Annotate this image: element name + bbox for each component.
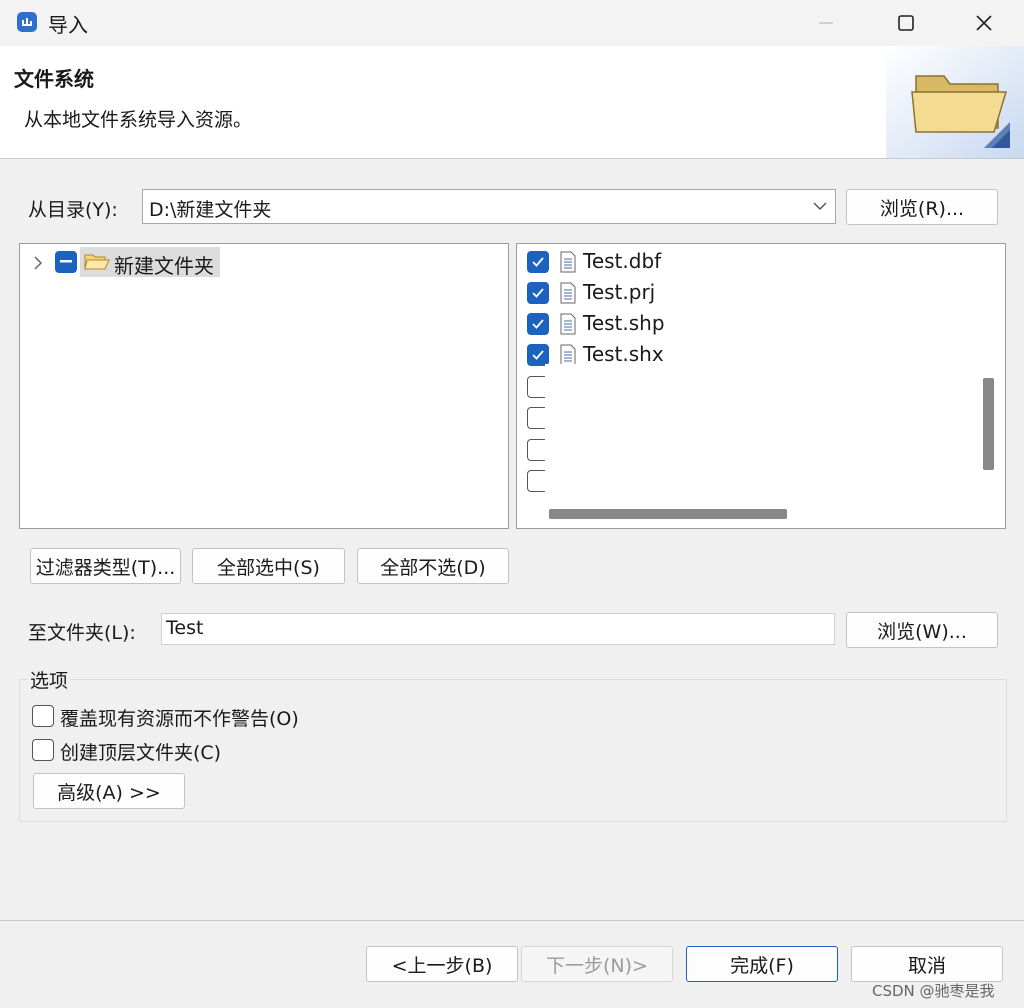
select-all-button[interactable]: 全部选中(S) (192, 548, 345, 584)
file-checkbox[interactable] (527, 313, 549, 335)
maximize-icon (898, 15, 914, 31)
tree-item-selected[interactable]: 新建文件夹 (80, 247, 220, 278)
overwrite-label: 覆盖现有资源而不作警告(O) (60, 708, 299, 730)
watermark: CSDN @驰枣是我 (872, 982, 995, 1000)
overwrite-option[interactable]: 覆盖现有资源而不作警告(O) (32, 704, 332, 730)
checkmark-icon (532, 350, 544, 360)
list-item[interactable]: Test.shp (525, 310, 965, 338)
finish-button[interactable]: 完成(F) (686, 946, 838, 982)
create-top-level-option[interactable]: 创建顶层文件夹(C) (32, 738, 272, 764)
title-bar[interactable]: 导入 (0, 0, 1024, 46)
folder-icon (886, 46, 1024, 158)
checkmark-icon (532, 257, 544, 267)
file-checkbox[interactable] (527, 282, 549, 304)
to-folder-input[interactable]: Test (161, 613, 835, 645)
wizard-banner: 文件系统 从本地文件系统导入资源。 (0, 46, 1024, 159)
checkmark-icon (532, 288, 544, 298)
advanced-button[interactable]: 高级(A) >> (33, 773, 185, 809)
to-folder-label: 至文件夹(L): (28, 622, 136, 644)
obscured-region (545, 364, 975, 499)
from-directory-value: D:\新建文件夹 (149, 199, 272, 221)
folder-open-icon (84, 254, 110, 270)
file-name: Test.shx (583, 342, 664, 366)
window-title: 导入 (48, 13, 88, 37)
footer-divider (0, 920, 1024, 921)
page-description: 从本地文件系统导入资源。 (24, 109, 253, 131)
file-list[interactable]: Test.dbf Test.prj Test.shp Test.shx (516, 243, 1006, 529)
next-button[interactable]: 下一步(N)> (521, 946, 673, 982)
chevron-down-icon (813, 202, 827, 211)
maximize-button[interactable] (866, 0, 946, 46)
browse-source-button[interactable]: 浏览(R)... (846, 189, 998, 225)
page-title: 文件系统 (14, 67, 94, 91)
options-legend: 选项 (28, 666, 71, 693)
minimize-icon (819, 22, 833, 24)
browse-target-button[interactable]: 浏览(W)... (846, 612, 998, 648)
file-icon (560, 344, 576, 366)
horizontal-scrollbar[interactable] (549, 509, 787, 519)
list-item[interactable]: Test.dbf (525, 248, 965, 276)
file-name: Test.prj (583, 280, 656, 304)
checkmark-icon (532, 319, 544, 329)
back-button[interactable]: <上一步(B) (366, 946, 518, 982)
tree-item-label: 新建文件夹 (114, 254, 214, 278)
file-icon (560, 313, 576, 335)
file-icon (560, 282, 576, 304)
minimize-button[interactable] (786, 0, 866, 46)
file-name: Test.dbf (583, 249, 662, 273)
from-directory-label: 从目录(Y): (28, 199, 118, 221)
from-directory-combo[interactable]: D:\新建文件夹 (142, 189, 836, 224)
file-name: Test.shp (583, 311, 665, 335)
partial-check-icon (60, 260, 72, 263)
close-button[interactable] (944, 0, 1024, 46)
cancel-button[interactable]: 取消 (851, 946, 1003, 982)
file-checkbox[interactable] (527, 251, 549, 273)
vertical-scrollbar[interactable] (983, 378, 994, 470)
file-icon (560, 251, 576, 273)
folder-tree[interactable]: 新建文件夹 (19, 243, 509, 529)
chevron-right-icon[interactable] (31, 254, 45, 272)
list-item[interactable]: Test.prj (525, 279, 965, 307)
close-icon (976, 15, 992, 31)
deselect-all-button[interactable]: 全部不选(D) (357, 548, 509, 584)
create-top-level-label: 创建顶层文件夹(C) (60, 742, 222, 764)
file-checkbox[interactable] (527, 344, 549, 366)
dialog-app-icon (17, 12, 37, 32)
overwrite-checkbox[interactable] (32, 705, 54, 727)
to-folder-value: Test (166, 617, 204, 639)
create-top-level-checkbox[interactable] (32, 739, 54, 761)
filter-types-button[interactable]: 过滤器类型(T)... (30, 548, 181, 584)
tree-item-checkbox[interactable] (55, 251, 77, 273)
